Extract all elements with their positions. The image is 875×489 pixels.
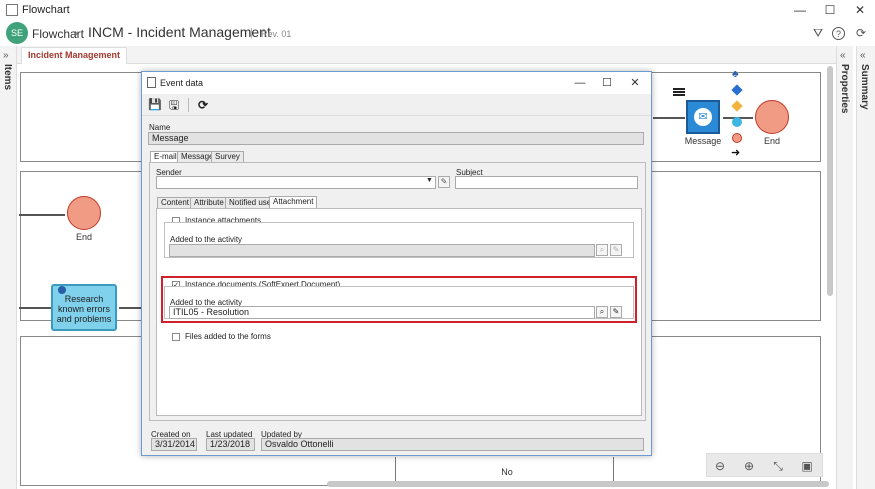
end-event[interactable] xyxy=(67,196,101,230)
horizontal-scrollbar[interactable] xyxy=(327,481,829,487)
sender-select[interactable] xyxy=(156,176,436,189)
tab-incident-management[interactable]: Incident Management xyxy=(21,47,128,64)
revision-label: Rev. 01 xyxy=(261,29,292,39)
fit-to-screen-icon[interactable]: ⤡ xyxy=(770,458,786,474)
document-icon xyxy=(147,77,156,88)
end-label: End xyxy=(75,232,92,242)
envelope-icon: ✉ xyxy=(694,108,712,126)
user-task-icon xyxy=(58,286,66,294)
zoom-in-icon[interactable]: ⊕ xyxy=(741,458,757,474)
attachment-panel: Instance attachments Added to the activi… xyxy=(156,208,642,416)
search-icon[interactable]: ⌕ xyxy=(596,244,608,256)
window-title: Flowchart xyxy=(22,4,70,16)
toolbar-separator xyxy=(188,98,189,112)
created-on-field: 3/31/2014 xyxy=(151,438,197,451)
last-updated-field: 1/23/2018 xyxy=(206,438,255,451)
connector-arrow-icon[interactable]: ➜ xyxy=(731,148,740,159)
app-header: SE Flowchart › INCM - Incident Managemen… xyxy=(0,20,875,46)
end-event-top[interactable] xyxy=(755,100,789,134)
end-event-icon[interactable] xyxy=(732,133,742,143)
items-panel[interactable]: » Items xyxy=(0,46,17,489)
maximize-button[interactable]: ☐ xyxy=(815,2,845,18)
summary-panel-label: Summary xyxy=(859,64,870,110)
breadcrumb-separator-icon: › xyxy=(74,26,78,40)
refresh-icon[interactable]: ⟳ xyxy=(853,25,869,41)
title-divider: | xyxy=(250,27,253,39)
page-title: INCM - Incident Management xyxy=(88,24,271,40)
message-label: Message xyxy=(684,136,722,146)
flow-arrow[interactable] xyxy=(19,214,65,216)
dialog-toolbar: 💾 🖫 ⟳ xyxy=(142,94,651,116)
dialog-maximize-button[interactable]: ☐ xyxy=(594,75,620,91)
help-icon[interactable]: ? xyxy=(832,27,845,40)
search-icon[interactable]: ⌕ xyxy=(596,306,608,318)
zoom-toolbar: ⊖ ⊕ ⤡ ▣ xyxy=(706,453,823,477)
no-label: No xyxy=(501,467,513,477)
menu-icon[interactable] xyxy=(673,88,685,90)
save-and-close-icon[interactable]: 🖫 xyxy=(166,97,182,113)
end-label-top: End xyxy=(763,136,780,146)
window-titlebar: Flowchart — ☐ ✕ xyxy=(0,0,875,20)
subject-field[interactable] xyxy=(455,176,638,189)
items-panel-label: Items xyxy=(2,64,13,91)
files-added-checkbox[interactable] xyxy=(172,333,180,341)
expand-properties-icon[interactable]: « xyxy=(840,50,846,61)
flow-arrow[interactable] xyxy=(119,307,143,309)
name-field[interactable]: Message xyxy=(148,132,644,145)
flow-arrow[interactable] xyxy=(19,307,51,309)
save-icon[interactable]: 💾 xyxy=(147,97,163,113)
dialog-close-button[interactable]: ✕ xyxy=(622,75,648,91)
updated-by-field: Osvaldo Ottonelli xyxy=(261,438,644,451)
clear-icon[interactable]: ✎ xyxy=(610,306,622,318)
documents-activity-field[interactable]: ITIL05 - Resolution xyxy=(169,306,595,319)
dialog-titlebar: Event data — ☐ ✕ xyxy=(142,72,651,94)
minimize-button[interactable]: — xyxy=(785,2,815,18)
hierarchy-icon[interactable]: ♣ xyxy=(732,70,742,80)
dialog-minimize-button[interactable]: — xyxy=(567,75,593,91)
zoom-out-icon[interactable]: ⊖ xyxy=(712,458,728,474)
name-label: Name xyxy=(149,123,171,132)
added-to-activity-label: Added to the activity xyxy=(170,235,243,244)
sender-picker-icon[interactable]: ✎ xyxy=(438,176,450,188)
dialog-title: Event data xyxy=(160,78,204,88)
intermediate-event-icon[interactable] xyxy=(732,117,742,127)
chevron-down-icon[interactable]: ▼ xyxy=(426,177,433,184)
email-tab-panel: Sender ▼ ✎ Subject Content Attribute Not… xyxy=(149,162,646,421)
checkin-icon[interactable]: ⛛ xyxy=(810,25,826,41)
close-button[interactable]: ✕ xyxy=(845,2,875,18)
flow-arrow[interactable] xyxy=(653,117,685,119)
softexpert-logo-icon: SE xyxy=(6,22,28,44)
instance-attachments-group: Added to the activity ⌕ ✎ xyxy=(164,222,634,258)
properties-panel-label: Properties xyxy=(839,64,850,114)
clear-icon[interactable]: ✎ xyxy=(610,244,622,256)
attachments-activity-field[interactable] xyxy=(169,244,595,257)
refresh-icon[interactable]: ⟳ xyxy=(195,97,211,113)
message-event[interactable]: ✉ xyxy=(686,100,720,134)
properties-panel[interactable]: « Properties xyxy=(836,46,853,489)
expand-items-icon[interactable]: » xyxy=(3,50,9,61)
app-icon xyxy=(6,4,18,16)
vertical-scrollbar[interactable] xyxy=(827,66,833,296)
diagram-tabbar: Incident Management xyxy=(17,46,836,64)
instance-documents-group: Added to the activity ITIL05 - Resolutio… xyxy=(164,286,634,319)
export-image-icon[interactable]: ▣ xyxy=(799,458,815,474)
expand-summary-icon[interactable]: « xyxy=(860,50,866,61)
event-data-dialog: Event data — ☐ ✕ 💾 🖫 ⟳ Name Message E-ma… xyxy=(141,71,652,456)
task-label: Research known errors and problems xyxy=(56,294,112,324)
files-added-label: Files added to the forms xyxy=(185,332,271,341)
summary-panel[interactable]: « Summary xyxy=(856,46,875,489)
